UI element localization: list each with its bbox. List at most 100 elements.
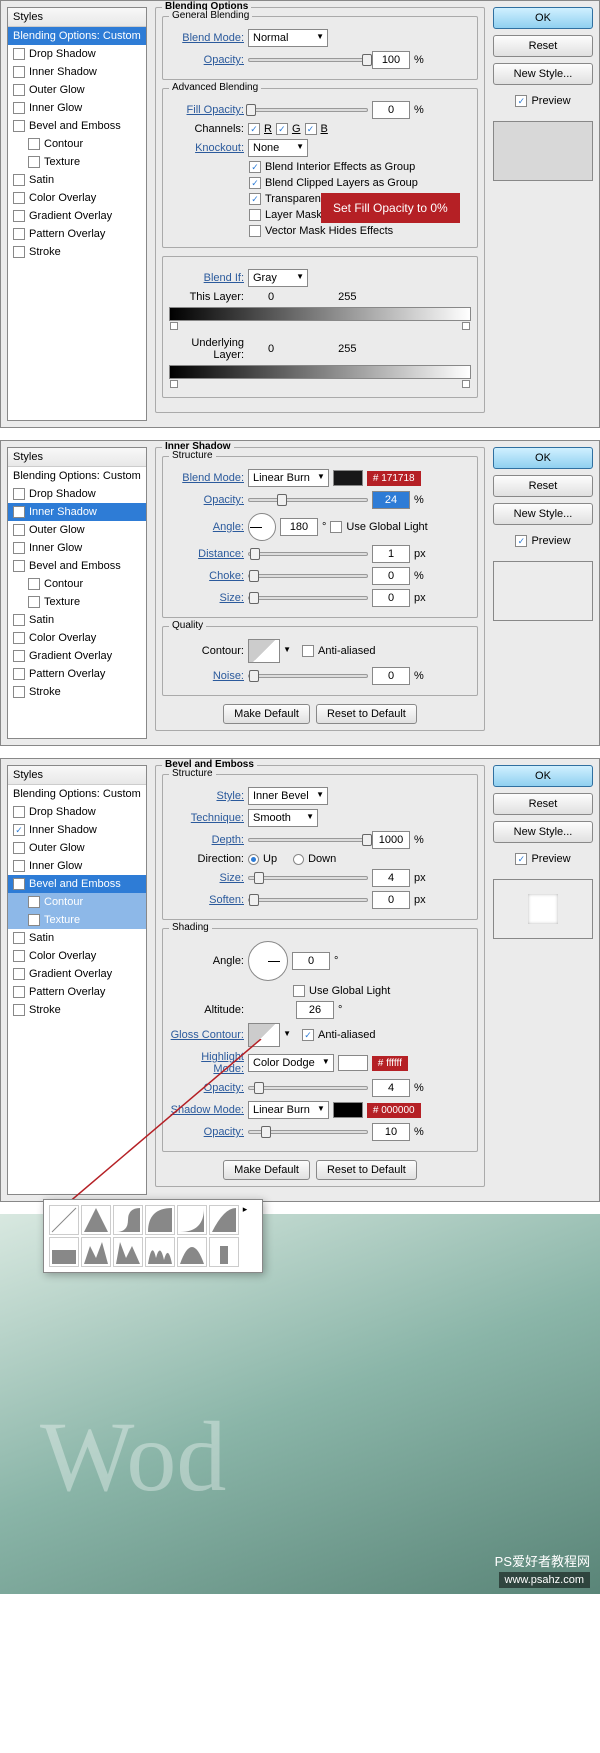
style-texture[interactable]: Texture bbox=[8, 911, 146, 929]
shadow-opacity-slider[interactable] bbox=[248, 1130, 368, 1134]
ok-button[interactable]: OK bbox=[493, 7, 593, 29]
style-drop-shadow[interactable]: Drop Shadow bbox=[8, 45, 146, 63]
contour-preset[interactable] bbox=[145, 1205, 175, 1235]
blend-interior-checkbox[interactable]: ✓ bbox=[249, 161, 261, 173]
shadow-opacity-input[interactable]: 10 bbox=[372, 1123, 410, 1141]
contour-preset[interactable] bbox=[177, 1205, 207, 1235]
direction-up-radio[interactable] bbox=[248, 854, 259, 865]
checkbox[interactable] bbox=[13, 192, 25, 204]
make-default-button[interactable]: Make Default bbox=[223, 704, 310, 724]
shadow-color-swatch[interactable] bbox=[333, 1102, 363, 1118]
angle-dial[interactable] bbox=[248, 941, 288, 981]
style-drop-shadow[interactable]: Drop Shadow bbox=[8, 485, 146, 503]
new-style-button[interactable]: New Style... bbox=[493, 63, 593, 85]
style-drop-shadow[interactable]: Drop Shadow bbox=[8, 803, 146, 821]
checkbox[interactable] bbox=[13, 174, 25, 186]
highlight-mode-select[interactable]: Color Dodge bbox=[248, 1054, 334, 1072]
style-color-overlay[interactable]: Color Overlay bbox=[8, 629, 146, 647]
gloss-contour-picker[interactable] bbox=[248, 1023, 280, 1047]
contour-preset[interactable] bbox=[177, 1237, 207, 1267]
checkbox[interactable] bbox=[28, 156, 40, 168]
popup-arrow-icon[interactable]: ▸ bbox=[240, 1204, 250, 1236]
contour-preset[interactable] bbox=[145, 1237, 175, 1267]
style-inner-glow[interactable]: Inner Glow bbox=[8, 539, 146, 557]
knockout-select[interactable]: None bbox=[248, 139, 308, 157]
ok-button[interactable]: OK bbox=[493, 447, 593, 469]
style-bevel-emboss[interactable]: ✓Bevel and Emboss bbox=[8, 875, 146, 893]
channel-b-checkbox[interactable]: ✓ bbox=[305, 123, 317, 135]
checkbox[interactable] bbox=[13, 228, 25, 240]
reset-button[interactable]: Reset bbox=[493, 475, 593, 497]
size-input[interactable]: 0 bbox=[372, 589, 410, 607]
reset-button[interactable]: Reset bbox=[493, 793, 593, 815]
preview-checkbox[interactable]: ✓ bbox=[515, 95, 527, 107]
checkbox[interactable] bbox=[13, 66, 25, 78]
underlying-layer-gradient[interactable] bbox=[169, 365, 471, 379]
soften-input[interactable]: 0 bbox=[372, 891, 410, 909]
style-outer-glow[interactable]: Outer Glow bbox=[8, 81, 146, 99]
style-select[interactable]: Inner Bevel bbox=[248, 787, 328, 805]
contour-picker[interactable] bbox=[248, 639, 280, 663]
contour-preset[interactable] bbox=[209, 1205, 239, 1235]
make-default-button[interactable]: Make Default bbox=[223, 1160, 310, 1180]
contour-preset[interactable] bbox=[81, 1205, 111, 1235]
choke-slider[interactable] bbox=[248, 574, 368, 578]
style-inner-glow[interactable]: Inner Glow bbox=[8, 857, 146, 875]
shadow-mode-select[interactable]: Linear Burn bbox=[248, 1101, 329, 1119]
blend-clipped-checkbox[interactable]: ✓ bbox=[249, 177, 261, 189]
opacity-input[interactable]: 100 bbox=[372, 51, 410, 69]
style-contour[interactable]: Contour bbox=[8, 575, 146, 593]
style-stroke[interactable]: Stroke bbox=[8, 1001, 146, 1019]
checkbox[interactable] bbox=[13, 120, 25, 132]
preview-checkbox[interactable]: ✓ bbox=[515, 853, 527, 865]
highlight-color-swatch[interactable] bbox=[338, 1055, 368, 1071]
contour-preset[interactable] bbox=[209, 1237, 239, 1267]
style-stroke[interactable]: Stroke bbox=[8, 243, 146, 261]
style-inner-shadow[interactable]: ✓Inner Shadow bbox=[8, 503, 146, 521]
technique-select[interactable]: Smooth bbox=[248, 809, 318, 827]
contour-preset[interactable] bbox=[49, 1205, 79, 1235]
style-inner-shadow[interactable]: ✓Inner Shadow bbox=[8, 821, 146, 839]
style-contour[interactable]: Contour bbox=[8, 893, 146, 911]
style-stroke[interactable]: Stroke bbox=[8, 683, 146, 701]
contour-preset[interactable] bbox=[113, 1205, 143, 1235]
fill-opacity-input[interactable]: 0 bbox=[372, 101, 410, 119]
layer-mask-hides-checkbox[interactable] bbox=[249, 209, 261, 221]
reset-button[interactable]: Reset bbox=[493, 35, 593, 57]
checkbox[interactable] bbox=[13, 84, 25, 96]
noise-input[interactable]: 0 bbox=[372, 667, 410, 685]
this-layer-gradient[interactable] bbox=[169, 307, 471, 321]
contour-preset-popup[interactable]: ▸ bbox=[43, 1199, 263, 1273]
blend-mode-select[interactable]: Linear Burn bbox=[248, 469, 329, 487]
checkbox[interactable] bbox=[13, 210, 25, 222]
angle-input[interactable]: 0 bbox=[292, 952, 330, 970]
opacity-slider[interactable] bbox=[248, 498, 368, 502]
new-style-button[interactable]: New Style... bbox=[493, 503, 593, 525]
blend-if-select[interactable]: Gray bbox=[248, 269, 308, 287]
anti-aliased-checkbox[interactable]: ✓ bbox=[302, 1029, 314, 1041]
style-color-overlay[interactable]: Color Overlay bbox=[8, 947, 146, 965]
opacity-slider[interactable] bbox=[248, 58, 368, 62]
angle-dial[interactable] bbox=[248, 513, 276, 541]
style-bevel-emboss[interactable]: Bevel and Emboss bbox=[8, 557, 146, 575]
contour-preset[interactable] bbox=[113, 1237, 143, 1267]
transparency-shapes-checkbox[interactable]: ✓ bbox=[249, 193, 261, 205]
style-outer-glow[interactable]: Outer Glow bbox=[8, 839, 146, 857]
blend-mode-select[interactable]: Normal bbox=[248, 29, 328, 47]
noise-slider[interactable] bbox=[248, 674, 368, 678]
ok-button[interactable]: OK bbox=[493, 765, 593, 787]
style-contour[interactable]: Contour bbox=[8, 135, 146, 153]
style-satin[interactable]: Satin bbox=[8, 171, 146, 189]
direction-down-radio[interactable] bbox=[293, 854, 304, 865]
choke-input[interactable]: 0 bbox=[372, 567, 410, 585]
distance-input[interactable]: 1 bbox=[372, 545, 410, 563]
contour-preset[interactable] bbox=[49, 1237, 79, 1267]
opacity-input[interactable]: 24 bbox=[372, 491, 410, 509]
style-pattern-overlay[interactable]: Pattern Overlay bbox=[8, 665, 146, 683]
style-texture[interactable]: Texture bbox=[8, 153, 146, 171]
color-swatch[interactable] bbox=[333, 470, 363, 486]
altitude-input[interactable]: 26 bbox=[296, 1001, 334, 1019]
contour-preset[interactable] bbox=[81, 1237, 111, 1267]
style-gradient-overlay[interactable]: Gradient Overlay bbox=[8, 965, 146, 983]
soften-slider[interactable] bbox=[248, 898, 368, 902]
